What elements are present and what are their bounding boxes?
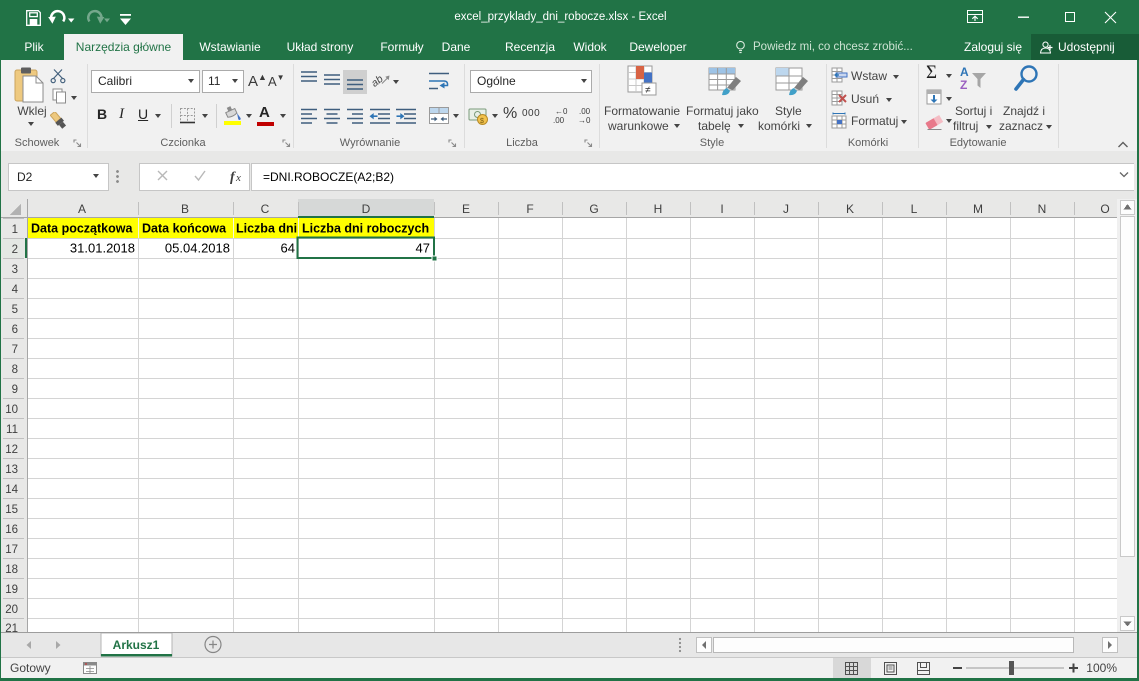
svg-text:21: 21 xyxy=(5,623,18,632)
svg-text:J: J xyxy=(783,202,789,216)
svg-text:C: C xyxy=(261,202,270,216)
svg-text:ab: ab xyxy=(369,73,386,90)
svg-text:H: H xyxy=(654,202,663,216)
svg-text:Liczba dni roboczych: Liczba dni roboczych xyxy=(302,222,429,236)
svg-text:D: D xyxy=(362,202,371,216)
svg-text:Arkusz1: Arkusz1 xyxy=(113,638,160,652)
svg-text:1: 1 xyxy=(12,224,18,236)
svg-text:19: 19 xyxy=(5,584,18,596)
svg-text:4: 4 xyxy=(12,284,19,296)
svg-text:2: 2 xyxy=(12,244,18,256)
svg-text:F: F xyxy=(526,202,533,216)
svg-text:15: 15 xyxy=(5,504,18,516)
svg-text:13: 13 xyxy=(5,464,18,476)
svg-text:K: K xyxy=(846,202,854,216)
svg-text:$: $ xyxy=(480,118,484,125)
svg-text:31.01.2018: 31.01.2018 xyxy=(70,241,135,256)
svg-text:9: 9 xyxy=(12,384,18,396)
svg-text:A: A xyxy=(78,202,86,216)
svg-text:16: 16 xyxy=(5,524,18,536)
svg-text:05.04.2018: 05.04.2018 xyxy=(165,241,230,256)
svg-text:I: I xyxy=(720,202,723,216)
svg-text:←0: ←0 xyxy=(555,107,568,116)
svg-text:18: 18 xyxy=(5,564,18,576)
svg-text:11: 11 xyxy=(6,424,18,436)
svg-text:.00: .00 xyxy=(553,116,565,125)
svg-text:A: A xyxy=(960,65,969,79)
svg-text:L: L xyxy=(911,202,918,216)
svg-text:7: 7 xyxy=(12,344,18,356)
svg-text:Data początkowa: Data początkowa xyxy=(31,222,133,236)
svg-text:5: 5 xyxy=(12,304,18,316)
svg-text:B: B xyxy=(181,202,189,216)
svg-text:10: 10 xyxy=(5,404,18,416)
svg-text:Z: Z xyxy=(960,78,967,92)
svg-text:N: N xyxy=(1038,202,1047,216)
svg-text:→0: →0 xyxy=(578,116,591,125)
svg-text:20: 20 xyxy=(5,604,18,616)
svg-text:17: 17 xyxy=(5,544,18,556)
svg-text:3: 3 xyxy=(12,264,18,276)
svg-text:12: 12 xyxy=(5,444,18,456)
svg-text:Liczba dni: Liczba dni xyxy=(236,222,297,236)
svg-text:O: O xyxy=(1100,202,1109,216)
svg-text:14: 14 xyxy=(5,484,18,496)
svg-text:≠: ≠ xyxy=(645,85,651,96)
svg-text:G: G xyxy=(589,202,598,216)
svg-text:x: x xyxy=(235,172,241,184)
svg-text:M: M xyxy=(973,202,983,216)
svg-text:E: E xyxy=(462,202,470,216)
svg-text:6: 6 xyxy=(12,324,18,336)
svg-text:64: 64 xyxy=(281,241,295,256)
svg-text:Data końcowa: Data końcowa xyxy=(142,222,227,236)
svg-text:8: 8 xyxy=(12,364,18,376)
svg-text:.00: .00 xyxy=(579,107,591,116)
svg-text:47: 47 xyxy=(416,241,430,256)
